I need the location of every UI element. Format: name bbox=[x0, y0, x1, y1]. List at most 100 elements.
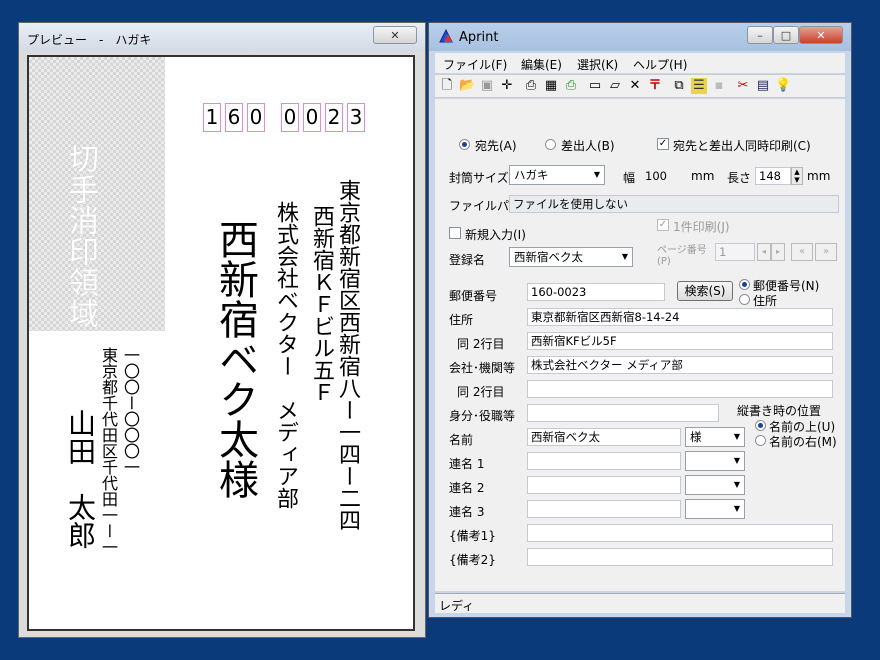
grid-icon[interactable]: ☰ bbox=[691, 78, 707, 94]
postal-digit-box: 3 bbox=[347, 103, 365, 132]
address-field[interactable]: 東京都新宿区西新宿8-14-24 bbox=[527, 308, 833, 326]
print-icon[interactable]: ⎙ bbox=[523, 78, 539, 94]
recipient-company: 株式会社ベクター メディア部 bbox=[273, 201, 298, 509]
close-button[interactable]: ✕ bbox=[799, 26, 843, 44]
joint2-field[interactable] bbox=[527, 476, 681, 494]
last-page-button[interactable]: » bbox=[815, 243, 837, 261]
postal-field[interactable]: 160-0023 bbox=[527, 283, 665, 301]
print-all-icon[interactable]: ⎙ bbox=[563, 78, 579, 94]
reg-select[interactable]: 西新宿ベク太 ▼ bbox=[509, 247, 633, 267]
radio-from-label: 差出人(B) bbox=[561, 139, 615, 153]
postal-digit-box: 1 bbox=[203, 103, 221, 132]
single-print-checkbox[interactable]: ✓ bbox=[657, 219, 669, 231]
address2-field[interactable]: 西新宿KFビル5F bbox=[527, 332, 833, 350]
joint3-label: 連名 3 bbox=[449, 505, 485, 519]
close-button[interactable]: ✕ bbox=[373, 26, 417, 44]
radio-address[interactable] bbox=[739, 294, 750, 305]
width-field[interactable]: 100 bbox=[641, 167, 681, 185]
aprint-title-bar[interactable]: Aprint – □ ✕ bbox=[429, 23, 851, 51]
postal-digit-box: 6 bbox=[225, 103, 243, 132]
envelope-value: ハガキ bbox=[514, 168, 549, 182]
next-page-button[interactable]: ▸ bbox=[771, 243, 785, 261]
name-label: 名前 bbox=[449, 433, 474, 447]
height-label: 長さ bbox=[727, 171, 752, 185]
save-icon[interactable]: ▣ bbox=[479, 78, 495, 94]
filepath-field: ファイルを使用しない bbox=[509, 195, 839, 213]
joint1-honorific-select[interactable]: ▼ bbox=[685, 451, 745, 471]
height-field[interactable]: 148 bbox=[755, 167, 791, 185]
note2-field[interactable] bbox=[527, 548, 833, 566]
company-field[interactable]: 株式会社ベクター メディア部 bbox=[527, 356, 833, 374]
joint3-honorific-select[interactable]: ▼ bbox=[685, 499, 745, 519]
first-page-button[interactable]: « bbox=[791, 243, 813, 261]
maximize-icon: □ bbox=[780, 29, 792, 42]
radio-right-label: 名前の右(M) bbox=[769, 435, 837, 449]
postal-mark-icon[interactable]: 〒 bbox=[647, 78, 663, 94]
list-icon[interactable]: ▦ bbox=[543, 78, 559, 94]
minimize-button[interactable]: – bbox=[747, 26, 773, 44]
radio-address-label: 住所 bbox=[753, 294, 778, 308]
sender-name: 山田 太郎 bbox=[64, 409, 97, 549]
radio-to[interactable] bbox=[459, 139, 470, 150]
search-button[interactable]: 検索(S) bbox=[677, 281, 733, 301]
menu-file[interactable]: ファイル(F) bbox=[443, 56, 507, 73]
check-both-label: 宛先と差出人同時印刷(C) bbox=[673, 139, 811, 153]
blank-icon[interactable]: ▪ bbox=[711, 78, 727, 94]
joint1-field[interactable] bbox=[527, 452, 681, 470]
open-icon[interactable]: 📂 bbox=[459, 78, 475, 94]
layout-icon[interactable]: ▤ bbox=[755, 78, 771, 94]
note1-field[interactable] bbox=[527, 524, 833, 542]
height-unit: mm bbox=[807, 169, 831, 183]
radio-to-label: 宛先(A) bbox=[475, 139, 517, 153]
menu-select[interactable]: 選択(K) bbox=[577, 56, 618, 73]
height-stepper[interactable]: ▲ ▼ bbox=[791, 167, 803, 185]
reg-value: 西新宿ベク太 bbox=[514, 250, 583, 264]
company2-field[interactable] bbox=[527, 380, 833, 398]
joint1-label: 連名 1 bbox=[449, 457, 485, 471]
target-icon[interactable]: ✛ bbox=[499, 78, 515, 94]
delete-icon[interactable]: ✕ bbox=[627, 78, 643, 94]
preview-title: プレビュー - ハガキ bbox=[27, 33, 152, 47]
position-field[interactable] bbox=[527, 404, 719, 422]
status-text: レディ bbox=[439, 599, 475, 613]
new-icon[interactable]: 🗋 bbox=[439, 78, 455, 94]
position-label: 身分･役職等 bbox=[449, 409, 516, 423]
note2-label: {備考2} bbox=[449, 553, 496, 567]
maximize-button[interactable]: □ bbox=[773, 26, 799, 44]
check-both[interactable]: ✓ bbox=[657, 138, 669, 150]
radio-postal[interactable] bbox=[739, 279, 750, 290]
card-icon[interactable]: ▭ bbox=[587, 78, 603, 94]
chevron-down-icon: ▼ bbox=[621, 252, 628, 261]
sender-address: 東京都千代田区千代田一ー一 bbox=[99, 347, 118, 555]
postal-digit-box: 0 bbox=[281, 103, 299, 132]
card2-icon[interactable]: ▱ bbox=[607, 78, 623, 94]
radio-above[interactable] bbox=[755, 420, 766, 431]
recipient-address: 東京都新宿区西新宿八ー一四ー二四 bbox=[335, 179, 360, 531]
copy-icon[interactable]: ⧉ bbox=[671, 78, 687, 94]
aprint-window: Aprint – □ ✕ ファイル(F) 編集(E) 選択(K) ヘルプ(H) … bbox=[428, 22, 852, 618]
bulb-icon[interactable]: 💡 bbox=[775, 78, 791, 94]
joint3-field[interactable] bbox=[527, 500, 681, 518]
new-entry-checkbox[interactable] bbox=[449, 227, 461, 239]
name-field[interactable]: 西新宿ベク太 bbox=[527, 428, 681, 446]
recipient-name: 西新宿ベク太様 bbox=[212, 219, 258, 499]
envelope-select[interactable]: ハガキ ▼ bbox=[509, 165, 605, 185]
chevron-down-icon: ▼ bbox=[733, 480, 740, 489]
menu-edit[interactable]: 編集(E) bbox=[521, 56, 562, 73]
stamp-area: 切手消印領域 bbox=[29, 57, 165, 331]
menu-help[interactable]: ヘルプ(H) bbox=[633, 56, 687, 73]
chevron-down-icon: ▼ bbox=[733, 432, 740, 441]
joint2-label: 連名 2 bbox=[449, 481, 485, 495]
prev-page-button[interactable]: ◂ bbox=[757, 243, 771, 261]
app-logo-icon bbox=[439, 28, 453, 43]
preview-title-bar[interactable]: プレビュー - ハガキ ✕ bbox=[19, 23, 425, 51]
chevron-down-icon: ▼ bbox=[733, 456, 740, 465]
cut-icon[interactable]: ✂ bbox=[735, 78, 751, 94]
minimize-icon: – bbox=[757, 29, 763, 42]
honorific-select[interactable]: 様 ▼ bbox=[685, 427, 745, 447]
radio-right[interactable] bbox=[755, 435, 766, 446]
joint2-honorific-select[interactable]: ▼ bbox=[685, 475, 745, 495]
stamp-area-label: 切手消印領域 bbox=[63, 143, 98, 329]
radio-from[interactable] bbox=[545, 139, 556, 150]
new-entry-label: 新規入力(I) bbox=[465, 228, 526, 242]
